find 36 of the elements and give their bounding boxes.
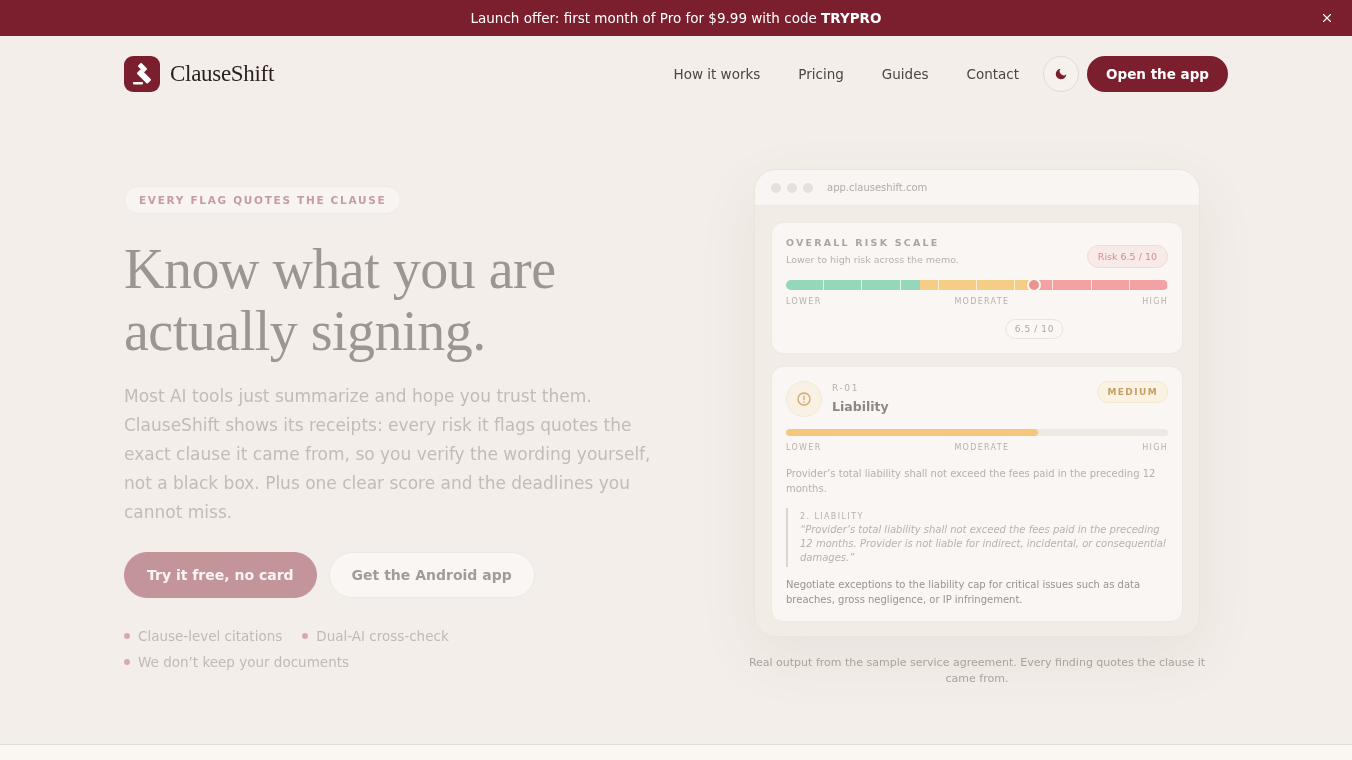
clause-heading: 2. LIABILITY <box>800 512 864 521</box>
finding-id: R-01 <box>832 383 859 393</box>
theme-toggle-button[interactable] <box>1043 56 1080 92</box>
finding-summary: Provider’s total liability shall not exceed the fees paid in the preceding 12 months. <box>786 467 1157 496</box>
close-icon <box>1320 11 1334 25</box>
clause-text: “Provider’s total liability shall not exceed the fees paid in the preceding 12 months. Provider is not liable for indirect, incidental, or consequential damages.” <box>800 523 1167 565</box>
dot-icon <box>124 633 130 639</box>
scale-label: MODERATE <box>954 297 1010 306</box>
dot-icon <box>124 659 130 665</box>
nav-link[interactable]: Guides <box>881 66 929 82</box>
brand-name: ClauseShift <box>170 61 275 87</box>
scale-label: LOWER <box>786 443 822 452</box>
alert-icon <box>786 381 822 417</box>
card-subtitle: Lower to high risk across the memo. <box>786 254 959 265</box>
open-app-button[interactable]: Open the app <box>1087 56 1228 92</box>
promo-text: Launch offer: first month of Pro for $9.99 with code TRYPRO <box>470 10 882 26</box>
scale-label: HIGH <box>1142 297 1168 306</box>
score-chip: 6.5 / 10 <box>1005 319 1063 339</box>
gavel-logo-icon <box>124 56 160 92</box>
hero-headline: Know what you are actually signing. <box>124 238 557 362</box>
risk-score-badge: Risk 6.5 / 10 <box>1086 245 1168 268</box>
card-title: OVERALL RISK SCALE <box>786 237 941 248</box>
preview-caption: Real output from the sample service agreement. Every finding quotes the clause it came from. <box>747 655 1207 687</box>
scale-label: MODERATE <box>954 443 1010 452</box>
moon-icon <box>1054 67 1069 81</box>
dot-icon <box>302 633 309 639</box>
recommendation-text: Negotiate exceptions to the liability cap for critical issues such as data breaches, gross negligence, or IP infringement. <box>786 578 1142 607</box>
scale-label: HIGH <box>1142 443 1168 452</box>
scale-label: LOWER <box>786 297 822 306</box>
nav-link[interactable]: Pricing <box>798 66 844 82</box>
eyebrow-pill: EVERY FLAG QUOTES THE CLAUSE <box>124 186 402 214</box>
nav-link[interactable]: How it works <box>673 66 761 82</box>
nav-link[interactable]: Contact <box>966 66 1020 82</box>
severity-badge: MEDIUM <box>1097 381 1168 403</box>
finding-title: Liability <box>832 399 889 414</box>
url-text: app.clauseshift.com <box>827 182 928 193</box>
